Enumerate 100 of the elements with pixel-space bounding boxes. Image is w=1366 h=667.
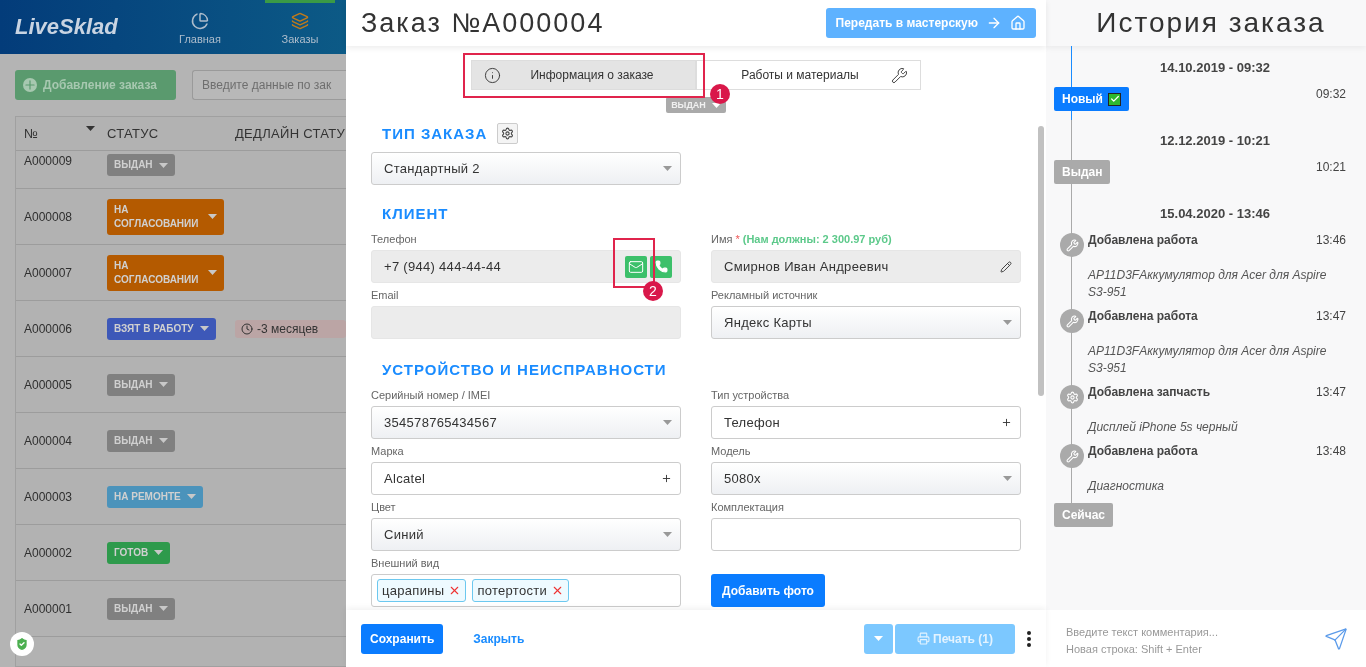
stack-icon bbox=[291, 12, 309, 30]
annotation-number: 2 bbox=[643, 281, 663, 301]
printer-icon bbox=[917, 632, 931, 645]
field-label: Комплектация bbox=[711, 500, 784, 515]
column-header[interactable]: СТАТУС bbox=[107, 126, 235, 141]
history-event: Добавлена работа bbox=[1088, 444, 1199, 460]
dropdown-button[interactable] bbox=[864, 623, 893, 654]
tag: царапины bbox=[377, 579, 467, 602]
history-event: Добавлена работа bbox=[1088, 309, 1199, 325]
close-link[interactable]: Закрыть bbox=[473, 631, 852, 646]
section-heading: ТИП ЗАКАЗА bbox=[382, 125, 488, 142]
caret-icon bbox=[154, 550, 164, 555]
history-time: 13:47 bbox=[1315, 309, 1346, 325]
field-label: Телефон bbox=[371, 232, 417, 247]
order-number: A000005 bbox=[24, 377, 74, 392]
search-field[interactable]: Введите данные по зак bbox=[192, 70, 346, 100]
transfer-button[interactable]: Передать в мастерскую bbox=[825, 8, 1036, 38]
check-icon bbox=[1108, 92, 1121, 106]
select-field[interactable]: Alcatel bbox=[371, 462, 681, 495]
deadline-chip: -3 месяцев bbox=[235, 319, 346, 338]
select-field[interactable]: Синий bbox=[371, 518, 681, 551]
column-header[interactable]: ДЕДЛАЙН СТАТУ bbox=[235, 126, 346, 141]
caret-icon bbox=[158, 438, 168, 443]
mail-icon bbox=[625, 255, 647, 278]
caret-icon bbox=[199, 326, 209, 331]
order-number: A000006 bbox=[24, 321, 74, 336]
now-badge: Сейчас bbox=[1054, 503, 1114, 527]
select-field[interactable]: Стандартный 2 bbox=[371, 152, 681, 185]
section-heading: УСТРОЙСТВО И НЕИСПРАВНОСТИ bbox=[382, 361, 668, 378]
status-badge[interactable]: НА СОГЛАСОВАНИИ bbox=[107, 198, 224, 235]
email-field[interactable] bbox=[371, 306, 681, 339]
plus-icon bbox=[1001, 417, 1012, 428]
history-time: 13:47 bbox=[1315, 385, 1346, 401]
order-number: A000007 bbox=[24, 265, 74, 280]
scrollbar[interactable] bbox=[1038, 126, 1044, 396]
add-photo-button[interactable]: Добавить фото bbox=[711, 574, 825, 607]
wrench-icon bbox=[891, 66, 908, 84]
logo: LiveSklad bbox=[15, 14, 119, 40]
status-badge: Новый bbox=[1054, 87, 1129, 111]
tag: потертости bbox=[472, 579, 570, 602]
field-label: Цвет bbox=[371, 500, 396, 515]
comment-field[interactable]: Введите текст комментария... Новая строка: Shift + Enter bbox=[1046, 610, 1366, 667]
history-event: Добавлена работа bbox=[1088, 233, 1199, 249]
more-icon bbox=[1027, 630, 1031, 647]
caret-icon bbox=[663, 420, 672, 425]
caret-icon bbox=[86, 126, 95, 131]
history-date: 12.12.2019 - 10:21 bbox=[1159, 132, 1271, 150]
caret-icon bbox=[158, 382, 168, 387]
tab[interactable]: Работы и материалы bbox=[696, 60, 921, 90]
select-field[interactable]: 5080x bbox=[711, 462, 1021, 495]
phone-field[interactable]: +7 (944) 444-44-44 bbox=[371, 250, 681, 283]
caret-icon bbox=[158, 606, 168, 611]
select-field[interactable]: 354578765434567 bbox=[371, 406, 681, 439]
nav-item[interactable]: Заказы bbox=[265, 0, 335, 54]
caret-icon bbox=[158, 162, 168, 168]
caret-icon bbox=[663, 532, 672, 537]
history-detail: Диагностика bbox=[1088, 478, 1165, 495]
status-badge: Выдан bbox=[1054, 160, 1111, 184]
dialog-title: Заказ №A000004 bbox=[361, 7, 605, 39]
status-badge[interactable]: ГОТОВ bbox=[107, 541, 171, 564]
order-number: A000002 bbox=[24, 545, 74, 560]
settings-button[interactable] bbox=[497, 123, 519, 144]
pencil-icon bbox=[1000, 260, 1012, 273]
field-label: Модель bbox=[711, 444, 751, 459]
plus-icon bbox=[23, 78, 37, 92]
caret-icon bbox=[186, 494, 196, 499]
field-label: Внешний вид bbox=[371, 556, 440, 571]
caret-icon bbox=[1003, 320, 1012, 325]
history-title: История заказа bbox=[1046, 0, 1366, 46]
plus-icon bbox=[661, 473, 672, 484]
select-field[interactable]: Яндекс Карты bbox=[711, 306, 1021, 339]
status-badge[interactable]: ВЫДАН bbox=[107, 429, 175, 452]
send-icon bbox=[1324, 626, 1348, 651]
history-detail: Дисплей iPhone 5s черный bbox=[1088, 419, 1239, 436]
field-label: Email bbox=[371, 288, 399, 303]
status-badge[interactable]: НА СОГЛАСОВАНИИ bbox=[107, 254, 224, 291]
tags-field[interactable]: царапины потертости bbox=[371, 574, 681, 607]
status-badge[interactable]: ВЫДАН bbox=[107, 597, 175, 620]
input-field[interactable] bbox=[711, 518, 1021, 551]
save-button[interactable]: Сохранить bbox=[361, 623, 444, 654]
nav-item[interactable]: Главная bbox=[165, 0, 235, 54]
caret-icon bbox=[208, 214, 217, 219]
caret-icon bbox=[874, 636, 883, 641]
status-badge[interactable]: ВЗЯТ В РАБОТУ bbox=[107, 317, 216, 340]
section-heading: КЛИЕНТ bbox=[382, 205, 450, 222]
select-field[interactable]: Телефон bbox=[711, 406, 1021, 439]
name-field[interactable]: Смирнов Иван Андреевич bbox=[711, 250, 1021, 283]
order-number: A000008 bbox=[24, 209, 74, 224]
status-badge[interactable]: ВЫДАН bbox=[107, 154, 175, 176]
status-badge[interactable]: ВЫДАН bbox=[107, 373, 175, 396]
field-label: Тип устройства bbox=[711, 388, 790, 403]
history-time: 13:48 bbox=[1315, 444, 1346, 460]
tab[interactable]: Информация о заказе bbox=[471, 60, 696, 90]
home-icon bbox=[1010, 15, 1026, 31]
pie-chart-icon bbox=[191, 12, 209, 30]
order-number: A000004 bbox=[24, 433, 74, 448]
status-badge[interactable]: НА РЕМОНТЕ bbox=[107, 485, 203, 508]
clock-icon bbox=[241, 322, 253, 335]
column-header[interactable]: № bbox=[24, 126, 39, 141]
phone-icon bbox=[650, 255, 672, 278]
